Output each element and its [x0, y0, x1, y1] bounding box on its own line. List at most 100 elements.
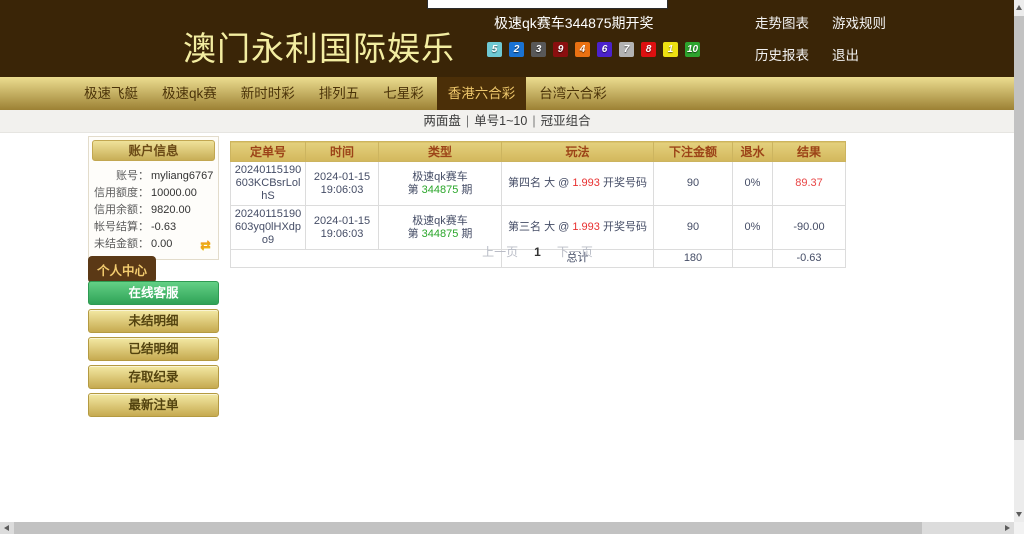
game-name: 极速qk赛车: [382, 171, 498, 184]
next-page-button[interactable]: 下一页: [557, 245, 593, 259]
scrollbar-corner: [1014, 522, 1024, 534]
account-value: 10000.00: [151, 185, 197, 202]
bet-date: 2024-01-15: [309, 171, 375, 184]
vertical-scrollbar-thumb[interactable]: [1014, 16, 1024, 440]
current-page[interactable]: 1: [534, 245, 541, 259]
tab-taiwan-liuhecai[interactable]: 台湾六合彩: [528, 77, 618, 110]
site-header: 澳门永利国际娱乐 极速qk赛车344875期开奖 5 2 3 9 4 6 7 8…: [0, 0, 1014, 77]
lottery-ball: 7: [619, 42, 634, 57]
account-label: 帐号结算：: [93, 219, 149, 236]
account-row-unsettled: 未结金额： 0.00 ⇄: [93, 236, 214, 253]
sidebar-item-unsettled-detail[interactable]: 未结明细: [88, 309, 219, 333]
draw-balls: 5 2 3 9 4 6 7 8 1 10: [487, 42, 700, 57]
period-line: 第 344875 期: [382, 228, 498, 241]
table-header-row: 定单号 时间 类型 玩法 下注金额 退水 结果: [231, 142, 846, 162]
horizontal-scrollbar-thumb[interactable]: [14, 522, 922, 534]
subnav-separator: |: [532, 114, 535, 128]
menu-trend-chart[interactable]: 走势图表: [755, 12, 832, 32]
subnav-separator: |: [466, 114, 469, 128]
sidebar-item-settled-detail[interactable]: 已结明细: [88, 337, 219, 361]
account-info-panel: 账户信息 账号： myliang6767 信用额度： 10000.00 信用余额…: [88, 136, 219, 260]
tab-xin-shishicai[interactable]: 新时时彩: [230, 77, 306, 110]
account-row-settlement: 帐号结算： -0.63: [93, 219, 214, 236]
game-nav: 极速飞艇 极速qk赛 新时时彩 排列五 七星彩 香港六合彩 台湾六合彩: [0, 77, 1014, 110]
odds-value: 1.993: [572, 221, 600, 233]
scroll-up-icon[interactable]: [1016, 5, 1022, 10]
account-value: -0.63: [151, 219, 176, 236]
bet-time: 19:06:03: [309, 184, 375, 197]
sidebar-item-latest-bets[interactable]: 最新注单: [88, 393, 219, 417]
browser-popup-edge: [427, 0, 668, 9]
col-header-rebate: 退水: [733, 142, 773, 162]
col-header-order-id: 定单号: [231, 142, 306, 162]
account-label: 账号：: [93, 168, 149, 185]
bet-date: 2024-01-15: [309, 215, 375, 228]
lottery-ball: 6: [597, 42, 612, 57]
order-id-cell: 20240115190603KCBsrLolhS: [231, 162, 306, 206]
lottery-ball: 10: [685, 42, 700, 57]
scroll-down-icon[interactable]: [1016, 512, 1022, 517]
col-header-play: 玩法: [502, 142, 654, 162]
vertical-scrollbar[interactable]: [1014, 0, 1024, 522]
refresh-icon[interactable]: ⇄: [200, 236, 214, 253]
col-header-type: 类型: [379, 142, 502, 162]
account-label: 未结金额：: [93, 236, 149, 253]
period-line: 第 344875 期: [382, 184, 498, 197]
personal-center-tab: 个人中心: [88, 256, 156, 283]
table-row: 20240115190603KCBsrLolhS 2024-01-15 19:0…: [231, 162, 846, 206]
menu-history-report[interactable]: 历史报表: [755, 44, 832, 64]
account-value: myliang6767: [151, 168, 213, 185]
account-label: 信用额度：: [93, 185, 149, 202]
site-title: 澳门永利国际娱乐: [183, 22, 455, 70]
page: 澳门永利国际娱乐 极速qk赛车344875期开奖 5 2 3 9 4 6 7 8…: [0, 0, 1024, 534]
tab-jisu-feiting[interactable]: 极速飞艇: [73, 77, 149, 110]
result-cell: 89.37: [773, 162, 846, 206]
account-row-credit-limit: 信用额度： 10000.00: [93, 185, 214, 202]
menu-game-rules[interactable]: 游戏规则: [832, 12, 886, 32]
type-cell: 极速qk赛车 第 344875 期: [379, 162, 502, 206]
lottery-ball: 3: [531, 42, 546, 57]
header-menu: 走势图表 游戏规则 历史报表 退出: [755, 12, 886, 64]
account-value: 0.00: [151, 236, 172, 253]
scroll-right-icon[interactable]: [1005, 525, 1010, 531]
sidebar-item-deposit-record[interactable]: 存取纪录: [88, 365, 219, 389]
sidebar-item-online-service[interactable]: 在线客服: [88, 281, 219, 305]
bet-time: 19:06:03: [309, 228, 375, 241]
amount-cell: 90: [654, 162, 733, 206]
subnav-liangmianpan[interactable]: 两面盘: [423, 114, 461, 128]
subnav-danhao[interactable]: 单号1~10: [474, 114, 527, 128]
lottery-ball: 1: [663, 42, 678, 57]
account-panel-title: 账户信息: [92, 140, 215, 161]
col-header-time: 时间: [306, 142, 379, 162]
tab-jisu-qk[interactable]: 极速qk赛: [151, 77, 228, 110]
col-header-amount: 下注金额: [654, 142, 733, 162]
scroll-left-icon[interactable]: [4, 525, 9, 531]
lottery-ball: 4: [575, 42, 590, 57]
rebate-cell: 0%: [733, 162, 773, 206]
subnav-guanya-zuhe[interactable]: 冠亚组合: [541, 114, 591, 128]
pagination: 上一页 1 下一页: [230, 243, 845, 260]
play-cell[interactable]: 第四名 大 @ 1.993 开奖号码: [502, 162, 654, 206]
account-rows: 账号： myliang6767 信用额度： 10000.00 信用余额： 982…: [89, 164, 218, 259]
sub-nav: 两面盘 | 单号1~10 | 冠亚组合: [0, 110, 1014, 133]
tab-qixingcai[interactable]: 七星彩: [372, 77, 435, 110]
game-name: 极速qk赛车: [382, 215, 498, 228]
lottery-ball: 9: [553, 42, 568, 57]
draw-result-area: 极速qk赛车344875期开奖 5 2 3 9 4 6 7 8 1 10: [487, 13, 700, 57]
sidebar-menu: 在线客服 未结明细 已结明细 存取纪录 最新注单: [88, 281, 219, 417]
draw-info-text: 极速qk赛车344875期开奖: [494, 13, 700, 33]
col-header-result: 结果: [773, 142, 846, 162]
lottery-ball: 8: [641, 42, 656, 57]
account-row-username: 账号： myliang6767: [93, 168, 214, 185]
period-number: 344875: [422, 228, 459, 240]
horizontal-scrollbar[interactable]: [0, 522, 1014, 534]
time-cell: 2024-01-15 19:06:03: [306, 162, 379, 206]
prev-page-button[interactable]: 上一页: [482, 245, 518, 259]
lottery-ball: 2: [509, 42, 524, 57]
menu-logout[interactable]: 退出: [832, 44, 886, 64]
tab-hongkong-liuhecai[interactable]: 香港六合彩: [437, 77, 527, 110]
period-number: 344875: [422, 184, 459, 196]
tab-pailiewu[interactable]: 排列五: [308, 77, 371, 110]
account-row-credit-balance: 信用余额： 9820.00: [93, 202, 214, 219]
odds-value: 1.993: [572, 177, 600, 189]
